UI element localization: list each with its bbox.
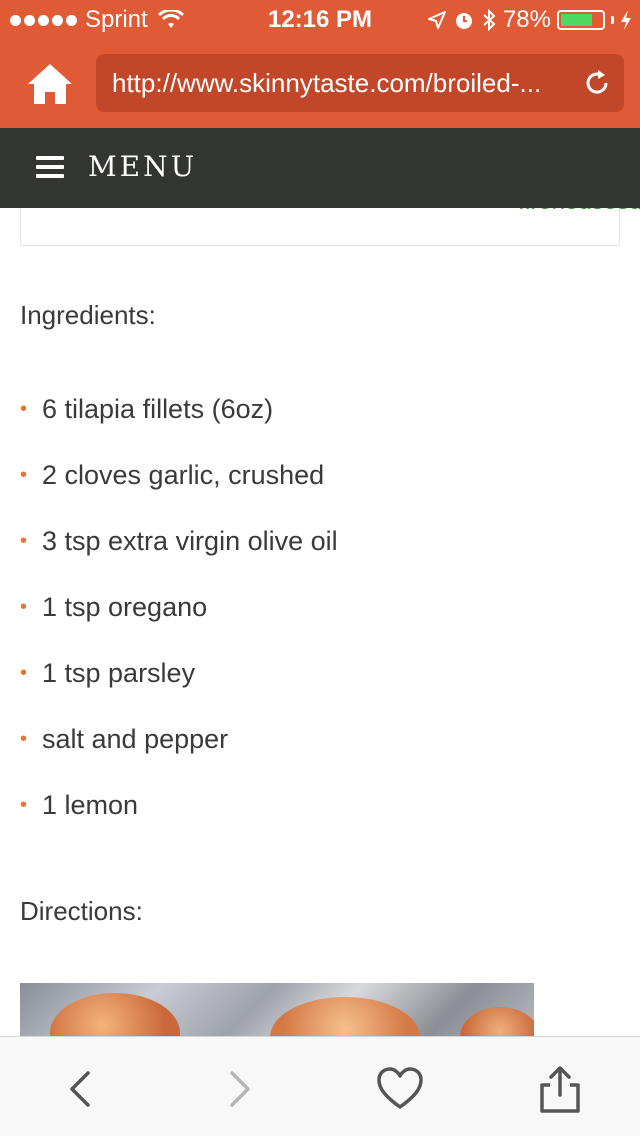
ingredient-item: • 3 tsp extra virgin olive oil — [20, 526, 338, 592]
url-field[interactable]: http://www.skinnytaste.com/broiled-... — [96, 54, 624, 112]
ingredient-item: • 6 tilapia fillets (6oz) — [20, 394, 338, 460]
ingredient-item: • 1 tsp oregano — [20, 592, 338, 658]
ad-box[interactable]: firehousesubs.com — [20, 208, 640, 246]
ad-link[interactable]: firehousesubs.com — [320, 208, 640, 216]
bullet-icon: • — [20, 794, 28, 816]
ingredient-item: • 1 tsp parsley — [20, 658, 338, 724]
menu-label[interactable]: MENU — [88, 150, 197, 183]
battery-icon — [557, 10, 605, 30]
ingredient-text: 2 cloves garlic, crushed — [42, 460, 325, 490]
page-content: firehousesubs.com Ingredients: • 6 tilapi… — [0, 208, 640, 1036]
bullet-icon: • — [20, 530, 28, 552]
alarm-icon — [455, 13, 472, 29]
back-icon[interactable] — [56, 1065, 104, 1113]
ingredient-item: • 2 cloves garlic, crushed — [20, 460, 338, 526]
battery-percent: 78% — [502, 6, 551, 33]
forward-icon[interactable] — [216, 1065, 264, 1113]
ingredient-item: • 1 lemon — [20, 790, 338, 856]
status-bar: Sprint 12:16 PM 78% — [0, 0, 640, 40]
ingredient-item: • salt and pepper — [20, 724, 338, 790]
directions-heading: Directions: — [20, 896, 143, 926]
home-icon[interactable] — [26, 62, 74, 106]
recipe-photo — [20, 983, 534, 1036]
ingredient-text: 3 tsp extra virgin olive oil — [42, 526, 338, 556]
bullet-icon: • — [20, 398, 28, 420]
share-icon[interactable] — [536, 1065, 584, 1113]
bullet-icon: • — [20, 596, 28, 618]
favorite-heart-icon[interactable] — [376, 1065, 424, 1113]
ingredients-heading: Ingredients: — [20, 300, 156, 330]
hamburger-icon[interactable] — [36, 156, 64, 180]
bullet-icon: • — [20, 662, 28, 684]
ingredient-text: salt and pepper — [42, 724, 229, 754]
url-text: http://www.skinnytaste.com/broiled-... — [112, 68, 542, 98]
ingredient-text: 6 tilapia fillets (6oz) — [42, 394, 274, 424]
battery-tip — [611, 16, 614, 24]
bullet-icon: • — [20, 728, 28, 750]
status-right: 78% — [427, 6, 632, 34]
ingredient-text: 1 lemon — [42, 790, 139, 820]
ingredients-list: • 6 tilapia fillets (6oz) • 2 cloves garlic… — [20, 394, 338, 856]
reload-icon[interactable] — [582, 68, 612, 98]
battery-level — [561, 14, 593, 26]
bluetooth-icon — [483, 8, 496, 32]
location-icon — [427, 11, 446, 29]
charging-icon — [621, 10, 631, 30]
browser-toolbar — [0, 1036, 640, 1136]
ingredient-text: 1 tsp oregano — [42, 592, 208, 622]
site-menu-bar[interactable]: MENU — [0, 128, 640, 208]
browser-bar: http://www.skinnytaste.com/broiled-... — [0, 40, 640, 128]
ingredient-text: 1 tsp parsley — [42, 658, 196, 688]
bullet-icon: • — [20, 464, 28, 486]
